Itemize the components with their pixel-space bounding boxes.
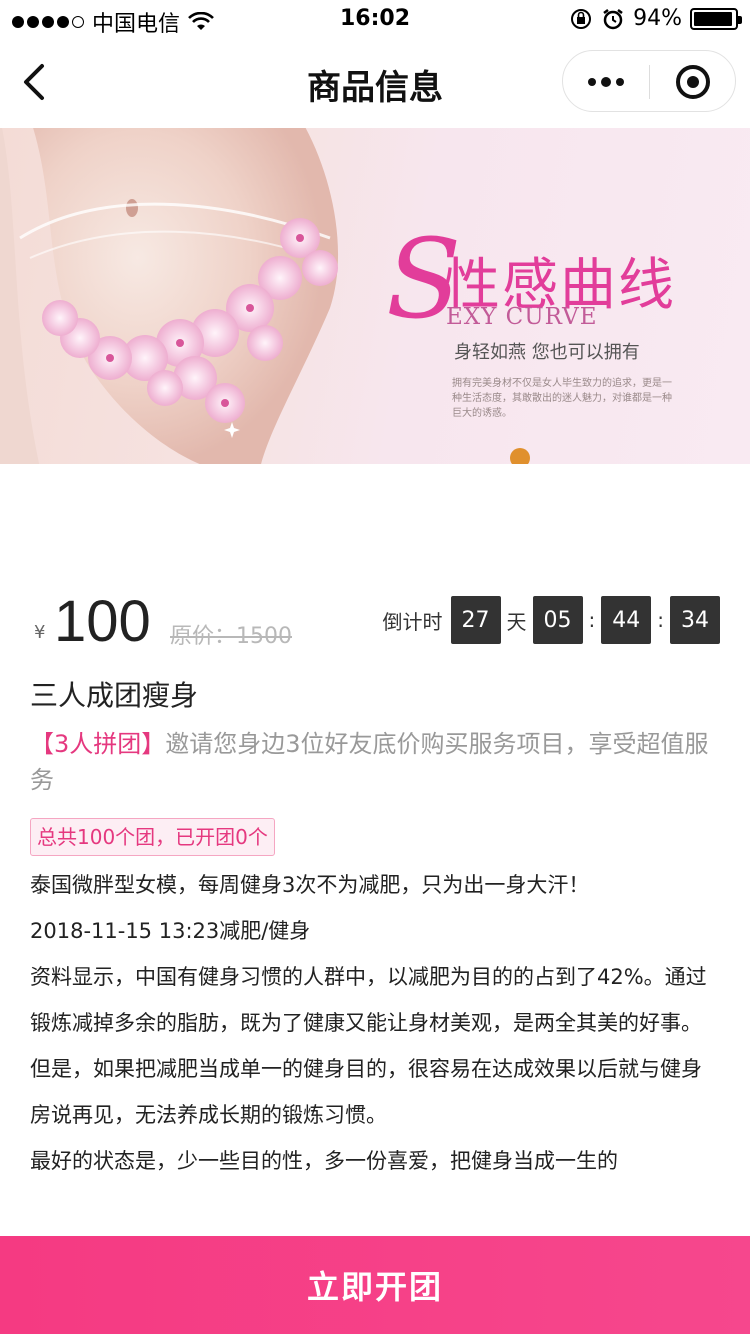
countdown-timer: 倒计时 27 天 05 : 44 : 34 bbox=[382, 596, 720, 644]
countdown-minutes: 44 bbox=[601, 596, 652, 644]
status-bar: 中国电信 16:02 94% bbox=[0, 0, 750, 40]
close-mini-program-button[interactable] bbox=[650, 51, 736, 113]
countdown-separator: : bbox=[657, 608, 664, 632]
battery-icon bbox=[690, 7, 742, 30]
countdown-label: 倒计时 bbox=[382, 609, 443, 634]
countdown-seconds: 34 bbox=[670, 596, 720, 644]
original-price: 原价：1500 bbox=[170, 624, 292, 649]
currency-symbol: ¥ bbox=[34, 622, 46, 643]
start-group-button[interactable]: 立即开团 bbox=[0, 1236, 750, 1334]
battery-percent: 94% bbox=[633, 6, 682, 31]
countdown-hours: 05 bbox=[532, 596, 583, 644]
group-price: 100 bbox=[54, 589, 151, 654]
promo-description: 【3人拼团】邀请您身边3位好友底价购买服务项目，享受超值服务 bbox=[30, 726, 720, 798]
content-paragraph: 资料显示，中国有健身习惯的人群中，以减肥为目的的占到了42%。通过锻炼减掉多余的… bbox=[30, 965, 707, 1127]
price-row: ¥ 100 原价：1500 倒计时 27 天 05 : 44 : 34 bbox=[30, 588, 720, 658]
target-icon bbox=[676, 65, 710, 99]
banner-small-text: 拥有完美身材不仅是女人毕生致力的追求，更是一种生活态度，其敢散出的迷人魅力，对谁… bbox=[452, 378, 672, 419]
status-right: 94% bbox=[569, 6, 742, 31]
mini-program-capsule bbox=[562, 50, 736, 112]
battery-fill bbox=[694, 11, 732, 26]
content-headline: 泰国微胖型女模，每周健身3次不为减肥，只为出一身大汗！ bbox=[30, 873, 590, 897]
product-title: 三人成团瘦身 bbox=[30, 679, 199, 712]
group-count-badge: 总共100个团，已开团0个 bbox=[30, 818, 275, 856]
more-icon bbox=[588, 78, 596, 86]
banner-tagline: 身轻如燕 您也可以拥有 bbox=[454, 342, 640, 363]
alarm-icon bbox=[603, 8, 623, 29]
banner-subtitle: EXY CURVE bbox=[446, 304, 598, 330]
countdown-days: 27 bbox=[450, 596, 501, 644]
product-banner[interactable]: S 性感曲线 EXY CURVE 身轻如燕 您也可以拥有 拥有完美身材不仅是女人… bbox=[0, 128, 750, 464]
promo-tag: 【3人拼团】 bbox=[30, 730, 166, 758]
content-paragraph: 最好的状态是，少一些目的性，多一份喜爱，把健身当成一生的 bbox=[30, 1149, 618, 1173]
more-button[interactable] bbox=[563, 51, 649, 113]
product-content: 泰国微胖型女模，每周健身3次不为减肥，只为出一身大汗！ 2018-11-15 1… bbox=[30, 862, 720, 1184]
start-group-label: 立即开团 bbox=[306, 1268, 443, 1306]
content-meta: 2018-11-15 13:23减肥/健身 bbox=[30, 919, 311, 943]
countdown-separator: : bbox=[588, 608, 596, 632]
nav-bar: 商品信息 bbox=[0, 40, 750, 128]
countdown-day-unit: 天 bbox=[506, 609, 527, 634]
rotation-lock-icon bbox=[571, 8, 592, 29]
